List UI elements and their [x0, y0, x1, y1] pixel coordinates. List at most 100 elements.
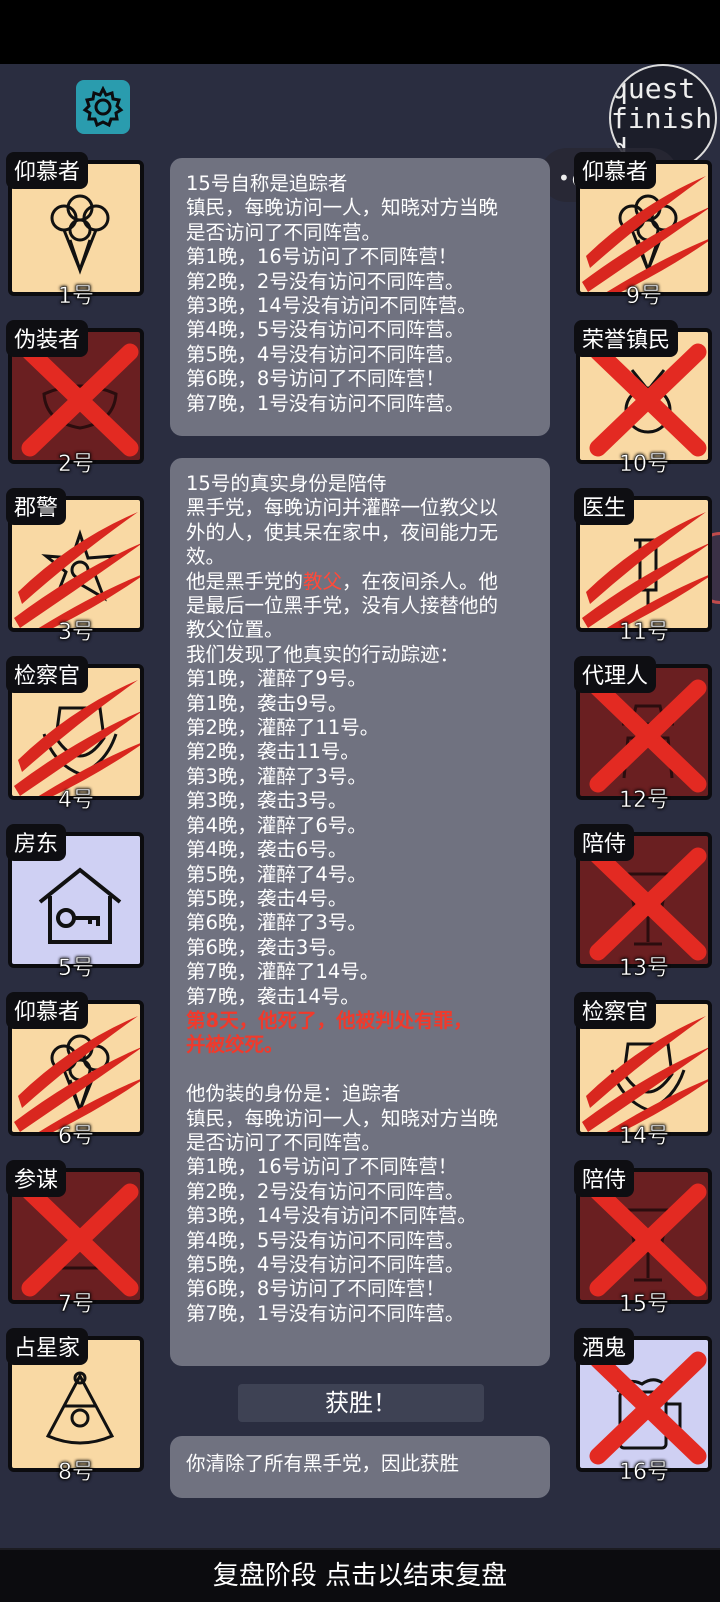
text-line: 第1晚，袭击9号。	[186, 691, 348, 715]
player-role: 陪侍	[574, 824, 635, 861]
player-card[interactable]: 代理人 12号	[574, 656, 712, 813]
player-card[interactable]: 仰慕者 6号	[6, 992, 144, 1149]
text-line: 第2晚，灌醉了11号。	[186, 716, 380, 740]
player-card[interactable]: 检察官 4号	[6, 656, 144, 813]
settings-button[interactable]	[76, 80, 130, 134]
player-role: 陪侍	[574, 1160, 635, 1197]
player-role: 仰慕者	[6, 992, 89, 1029]
text-line: 第6晚，8号访问了不同阵营！	[186, 1277, 445, 1301]
text-line: 外的人，使其呆在家中，夜间能力无	[186, 520, 499, 544]
player-number: 5号	[58, 956, 94, 981]
house-key-icon	[38, 867, 122, 944]
player-card[interactable]: 仰慕者 1号	[6, 152, 144, 309]
text-line: 教父位置。	[186, 618, 284, 642]
text-line: 第8天，他死了，他被判处有罪，	[186, 1008, 473, 1032]
quest-line1: quest	[611, 72, 696, 105]
player-role: 仰慕者	[574, 152, 657, 189]
player-number: 13号	[619, 956, 669, 981]
player-number: 4号	[58, 788, 94, 813]
text-line: 第7晚，袭击14号。	[186, 984, 360, 1008]
text-line: 第1晚，16号访问了不同阵营！	[186, 1155, 458, 1179]
result-text: 你清除了所有黑手党，因此获胜	[186, 1452, 460, 1475]
text-line: 第2晚，2号没有访问不同阵营。	[186, 1179, 465, 1203]
result-bubble: 你清除了所有黑手党，因此获胜	[170, 1436, 550, 1498]
text-line: 第6晚，灌醉了3号。	[186, 911, 367, 935]
text-line: 效。	[186, 545, 226, 569]
player-number: 14号	[619, 1124, 669, 1149]
text-line: 是最后一位黑手党，没有人接替他的	[186, 594, 499, 618]
text-line: 第7晚，1号没有访问不同阵营。	[186, 391, 465, 415]
reveal-actions: 是最后一位黑手党，没有人接替他的 教父位置。 我们发现了他真实的行动踪迹： 第1晚，灌…	[186, 594, 534, 1009]
mafia-line: 他是黑手党的教父，在夜间杀人。他	[186, 570, 534, 594]
player-number: 6号	[58, 1124, 94, 1149]
player-number: 12号	[619, 788, 669, 813]
player-role: 占星家	[6, 1328, 89, 1365]
death-notice: 第8天，他死了，他被判处有罪， 并被绞死。	[186, 1009, 534, 1058]
text-line: 15号的真实身份是陪侍	[186, 472, 387, 495]
text-line: 第7晚，1号没有访问不同阵营。	[186, 1301, 465, 1325]
player-card[interactable]: 陪侍 15号	[574, 1160, 712, 1317]
player-card[interactable]: 仰慕者 9号	[574, 152, 712, 309]
text-line: 第1晚，16号访问了不同阵营！	[186, 245, 458, 269]
end-review-button[interactable]: 复盘阶段 点击以结束复盘	[0, 1548, 720, 1602]
player-number: 3号	[58, 620, 94, 645]
victory-label: 获胜！	[238, 1384, 484, 1422]
player-card[interactable]: 伪装者 2号	[6, 320, 144, 477]
player-role: 仰慕者	[6, 152, 89, 189]
claim-bubble: 15号自称是追踪者 镇民，每晚访问一人，知晓对方当晚 是否访问了不同阵营。 第1晚，1…	[170, 158, 550, 436]
player-role: 检察官	[574, 992, 657, 1029]
player-number: 2号	[58, 452, 94, 477]
status-bar	[0, 0, 720, 64]
reveal-bubble: 15号的真实身份是陪侍 黑手党，每晚访问并灌醉一位教父以 外的人，使其呆在家中，夜间…	[170, 458, 550, 1366]
text-line: 第1晚，灌醉了9号。	[186, 667, 367, 691]
text-line: 第3晚，袭击3号。	[186, 789, 348, 813]
text-line: 15号自称是追踪者	[186, 172, 348, 195]
text-line: 是否访问了不同阵营。	[186, 1130, 382, 1154]
sextant-icon	[45, 1371, 115, 1445]
gear-icon	[82, 86, 124, 128]
text-line: 第5晚，4号没有访问不同阵营。	[186, 1253, 465, 1276]
player-role: 房东	[6, 824, 67, 861]
text-line: 镇民，每晚访问一人，知晓对方当晚	[186, 1106, 499, 1130]
text-line: 第3晚，灌醉了3号。	[186, 764, 367, 788]
claim-lines: 15号自称是追踪者 镇民，每晚访问一人，知晓对方当晚 是否访问了不同阵营。 第1晚，1…	[186, 172, 534, 416]
player-number: 8号	[58, 1460, 94, 1485]
text-line: 第3晚，14号没有访问不同阵营。	[186, 1204, 477, 1228]
text-line: 并被绞死。	[186, 1033, 284, 1057]
player-role: 医生	[574, 488, 635, 525]
player-card[interactable]: 荣誉镇民 10号	[574, 320, 712, 477]
text-line: 是否访问了不同阵营。	[186, 220, 382, 244]
player-number: 9号	[626, 284, 662, 309]
reveal-intro: 15号的真实身份是陪侍 黑手党，每晚访问并灌醉一位教父以 外的人，使其呆在家中，夜间…	[186, 472, 534, 570]
text-line: 第3晚，14号没有访问不同阵营。	[186, 294, 477, 318]
player-role: 代理人	[574, 656, 657, 693]
text-line: 第4晚，灌醉了6号。	[186, 813, 367, 837]
text-line: 我们发现了他真实的行动踪迹：	[186, 642, 460, 666]
quest-line2: finish	[611, 102, 713, 135]
text-line: 黑手党，每晚访问并灌醉一位教父以	[186, 496, 499, 520]
player-role: 伪装者	[6, 320, 89, 357]
mafia-role: 教父	[303, 569, 343, 593]
player-role: 荣誉镇民	[574, 320, 679, 357]
player-card[interactable]: 检察官 14号	[574, 992, 712, 1149]
player-card[interactable]: 陪侍 13号	[574, 824, 712, 981]
text-line: 第7晚，灌醉了14号。	[186, 960, 380, 984]
mafia-post: ，在夜间杀人。他	[342, 569, 499, 593]
player-number: 16号	[619, 1460, 669, 1485]
text-line: 第2晚，袭击11号。	[186, 740, 360, 764]
text-line: 镇民，每晚访问一人，知晓对方当晚	[186, 196, 499, 220]
player-card[interactable]: 参谋 7号	[6, 1160, 144, 1317]
player-number: 7号	[58, 1292, 94, 1317]
player-card[interactable]: 酒鬼 16号	[574, 1328, 712, 1485]
text-line: 他伪装的身份是：追踪者	[186, 1082, 401, 1106]
player-card[interactable]: 占星家 8号	[6, 1328, 144, 1485]
player-card[interactable]: 房东 5号	[6, 824, 144, 981]
player-card[interactable]: 医生 11号	[574, 488, 712, 645]
player-card[interactable]: 郡警 3号	[6, 488, 144, 645]
text-line: 第6晚，8号访问了不同阵营！	[186, 367, 445, 391]
text-line: 第5晚，灌醉了4号。	[186, 862, 367, 886]
player-role: 酒鬼	[574, 1328, 635, 1365]
text-line: 第2晚，2号没有访问不同阵营。	[186, 269, 465, 293]
text-line: 第4晚，5号没有访问不同阵营。	[186, 1228, 465, 1252]
disguise-lines: 他伪装的身份是：追踪者 镇民，每晚访问一人，知晓对方当晚 是否访问了不同阵营。 第1晚…	[186, 1082, 534, 1326]
